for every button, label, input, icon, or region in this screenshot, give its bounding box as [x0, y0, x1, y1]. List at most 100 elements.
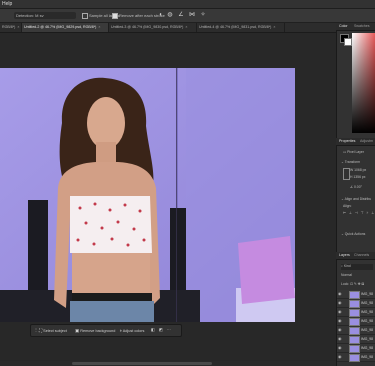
layer-name: IMG_98 — [361, 319, 374, 323]
tab-label: Untitled-4 @ 46.7% (IMG_9831.psd, RGB/8*… — [199, 25, 272, 29]
transform-label: Transform — [344, 160, 361, 164]
eye-icon[interactable]: ◉ — [338, 345, 342, 350]
color-panel-header: Color Swatches — [336, 23, 375, 31]
layer-name: IMG_98 — [361, 310, 374, 314]
tab-label: Untitled-3 @ 46.7% (IMG_9830.psd, RGB/8*… — [111, 25, 184, 29]
kind-label: Kind — [343, 264, 351, 268]
background-color-swatch[interactable] — [344, 38, 352, 46]
angle-value: 0.00° — [353, 185, 362, 189]
menu-help[interactable]: Help — [2, 1, 12, 7]
quick-actions-heading[interactable]: ⌄ Quick Actions — [341, 232, 365, 236]
align-buttons[interactable]: ⊢ ⊥ ⊣ ⊤ ⊦ ⊥ — [343, 211, 375, 215]
eye-icon[interactable]: ◉ — [338, 354, 342, 359]
options-bar: Detection: M sv Sample all layers Remove… — [0, 9, 375, 23]
canvas-guide-line — [176, 68, 177, 322]
angle-icon[interactable]: ∠ — [178, 12, 184, 18]
tab-document-2[interactable]: Untitled-2 @ 46.7% (IMG_9829.psd, RGB/8*… — [22, 23, 109, 32]
layer-row[interactable]: ◉ IMG_98 — [337, 290, 375, 299]
gradient-icon[interactable]: ◩ — [159, 327, 163, 334]
eye-icon[interactable]: ◉ — [338, 309, 342, 314]
layer-thumbnail — [349, 309, 360, 317]
layer-row[interactable]: ◉ IMG_98 — [337, 353, 375, 362]
lock-row: Lock: ⊡ ✎ ✥ ⊠ — [341, 282, 364, 286]
photo-illustration — [0, 68, 295, 322]
layer-name: IMG_98 — [361, 292, 374, 296]
quick-actions-label: Quick Actions — [344, 232, 366, 236]
tab-adjustments[interactable]: Adjustm — [360, 139, 373, 143]
document-canvas-photo[interactable] — [0, 68, 295, 322]
tab-document-4[interactable]: Untitled-4 @ 46.7% (IMG_9831.psd, RGB/8*… — [197, 23, 285, 32]
tab-layers[interactable]: Layers — [339, 253, 350, 257]
eye-icon[interactable]: ◉ — [338, 336, 342, 341]
menu-bar: Help — [0, 0, 375, 9]
layer-row[interactable]: ◉ IMG_98 — [337, 299, 375, 308]
layer-thumbnail — [349, 354, 360, 362]
close-icon[interactable]: × — [185, 25, 187, 29]
more-icon[interactable]: ··· — [167, 327, 171, 334]
select-subject-button[interactable]: ⛶Select subject — [39, 327, 67, 334]
transform-heading[interactable]: ⌄ Transform — [341, 160, 360, 164]
close-icon[interactable]: × — [17, 25, 19, 29]
contextual-task-bar: ⋮⋮ ⛶Select subject ▣Remove background ◑A… — [30, 324, 182, 337]
scrollbar-thumb[interactable] — [72, 362, 212, 365]
eye-icon[interactable]: ◉ — [338, 300, 342, 305]
tab-channels[interactable]: Channels — [354, 253, 369, 257]
properties-panel-header: Properties Adjustm — [336, 138, 375, 146]
layer-thumbnail — [349, 327, 360, 335]
checkbox-checked-icon — [112, 12, 118, 19]
tab-properties[interactable]: Properties — [339, 139, 355, 143]
layer-filter-kind[interactable]: ⌕ Kind — [341, 264, 373, 270]
detection-label: Detection: M sv — [16, 13, 44, 18]
layer-row[interactable]: ◉ IMG_98 — [337, 335, 375, 344]
remove-background-icon: ▣ — [75, 328, 80, 333]
layer-thumbnail — [349, 300, 360, 308]
layer-name: IMG_98 — [361, 337, 374, 341]
tab-document-3[interactable]: Untitled-3 @ 46.7% (IMG_9830.psd, RGB/8*… — [109, 23, 197, 32]
pressure-icon[interactable]: ◍ — [167, 12, 173, 18]
mask-icon[interactable]: ◧ — [151, 327, 155, 334]
width-field[interactable]: W 1068 px — [350, 168, 366, 172]
blend-mode-select[interactable]: Normal — [341, 273, 352, 277]
height-value: 1356 px — [353, 175, 366, 179]
layer-name: IMG_98 — [361, 346, 374, 350]
eye-icon[interactable]: ◉ — [338, 318, 342, 323]
adjust-colors-button[interactable]: ◑Adjust colors — [119, 327, 144, 334]
layers-panel-header: Layers Channels — [336, 252, 375, 260]
color-picker-field[interactable] — [352, 33, 375, 133]
layer-thumbnail — [349, 291, 360, 299]
symmetry-icon[interactable]: ⋈ — [189, 12, 195, 18]
width-value: 1068 px — [354, 168, 367, 172]
layer-row[interactable]: ◉ IMG_98 — [337, 344, 375, 353]
tab-label: Untitled-2 @ 46.7% (IMG_9829.psd, RGB/8*… — [24, 25, 97, 29]
tab-swatches[interactable]: Swatches — [354, 24, 370, 28]
sparkle-icon[interactable]: ✧ — [200, 12, 206, 18]
tab-document-1[interactable]: RGB/8*) × — [0, 23, 22, 32]
lock-label: Lock: — [341, 282, 350, 286]
align-title: Align and Distribu — [344, 197, 372, 201]
select-subject-icon: ⛶ — [39, 328, 43, 333]
layer-name: IMG_98 — [361, 355, 374, 359]
link-icon[interactable] — [343, 168, 350, 180]
layer-row[interactable]: ◉ IMG_98 — [337, 317, 375, 326]
close-icon[interactable]: × — [273, 25, 275, 29]
detection-field[interactable]: Detection: M sv — [14, 12, 76, 19]
close-icon[interactable]: × — [98, 25, 100, 29]
select-subject-label: Select subject — [43, 329, 67, 333]
eye-icon[interactable]: ◉ — [338, 291, 342, 296]
eye-icon[interactable]: ◉ — [338, 327, 342, 332]
tab-color[interactable]: Color — [339, 24, 348, 28]
align-heading[interactable]: ⌄ Align and Distribu — [341, 197, 371, 201]
pixel-layer-label: Pixel Layer — [347, 150, 364, 154]
layer-name: IMG_98 — [361, 328, 374, 332]
layer-row[interactable]: ◉ IMG_98 — [337, 308, 375, 317]
tab-label: RGB/8*) — [2, 25, 16, 29]
document-tab-bar: RGB/8*) × Untitled-2 @ 46.7% (IMG_9829.ps… — [0, 23, 336, 33]
remove-background-button[interactable]: ▣Remove background — [75, 327, 115, 334]
lock-icon[interactable]: ⊡ ✎ ✥ ⊠ — [350, 282, 364, 286]
layer-row[interactable]: ◉ IMG_98 — [337, 326, 375, 335]
layer-thumbnail — [349, 318, 360, 326]
align-label: Align: — [343, 204, 352, 208]
angle-field[interactable]: ∠ 0.00° — [350, 185, 362, 189]
brush-size-icon[interactable]: ◐ — [158, 12, 164, 18]
height-field[interactable]: H 1356 px — [350, 175, 365, 179]
